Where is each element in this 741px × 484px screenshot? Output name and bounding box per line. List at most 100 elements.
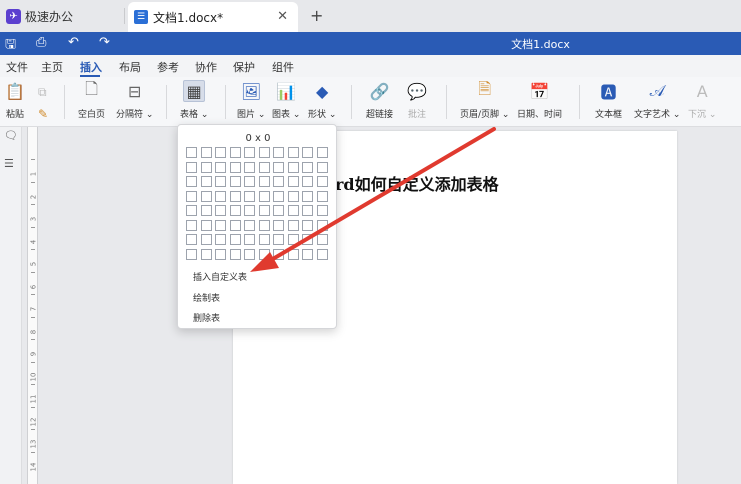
shape-button[interactable]: ◆ 形状 ⌄ xyxy=(308,80,336,121)
table-size-grid[interactable] xyxy=(186,147,328,260)
insert-custom-table-item[interactable]: 插入自定义表 xyxy=(193,270,247,283)
table-grid-cell[interactable] xyxy=(258,205,270,216)
table-grid-cell[interactable] xyxy=(258,234,270,245)
table-grid-cell[interactable] xyxy=(287,161,299,173)
table-grid-cell[interactable] xyxy=(302,176,313,187)
table-grid-cell[interactable] xyxy=(244,161,255,173)
table-grid-cell[interactable] xyxy=(215,234,226,245)
document-tab[interactable]: ☰ 文档1.docx* ✕ xyxy=(128,2,298,32)
app-tab[interactable]: ✈ 极速办公 xyxy=(0,0,122,32)
table-grid-cell[interactable] xyxy=(273,219,284,231)
table-grid-cell[interactable] xyxy=(302,190,313,202)
table-grid-cell[interactable] xyxy=(273,147,284,158)
menu-protect[interactable]: 保护 xyxy=(233,59,255,75)
table-grid-cell[interactable] xyxy=(273,205,284,216)
table-grid-cell[interactable] xyxy=(273,190,284,202)
table-grid-cell[interactable] xyxy=(316,161,328,173)
draw-table-item[interactable]: 绘制表 xyxy=(193,291,220,304)
table-grid-cell[interactable] xyxy=(273,176,284,187)
table-grid-cell[interactable] xyxy=(302,248,313,260)
comment-button[interactable]: 💬 批注 xyxy=(406,80,428,121)
menu-components[interactable]: 组件 xyxy=(272,59,294,75)
table-grid-cell[interactable] xyxy=(316,219,328,231)
table-grid-cell[interactable] xyxy=(287,234,299,245)
table-grid-cell[interactable] xyxy=(244,248,255,260)
table-grid-cell[interactable] xyxy=(316,205,328,216)
table-grid-cell[interactable] xyxy=(302,234,313,245)
table-grid-cell[interactable] xyxy=(316,176,328,187)
text-box-button[interactable]: 🅰 文本框 xyxy=(595,80,622,120)
table-grid-cell[interactable] xyxy=(287,205,299,216)
table-grid-cell[interactable] xyxy=(244,176,255,187)
table-grid-cell[interactable] xyxy=(302,161,313,173)
table-grid-cell[interactable] xyxy=(273,161,284,173)
table-grid-cell[interactable] xyxy=(200,176,212,187)
menu-layout[interactable]: 布局 xyxy=(119,59,141,75)
table-grid-cell[interactable] xyxy=(316,234,328,245)
table-grid-cell[interactable] xyxy=(186,147,197,158)
table-grid-cell[interactable] xyxy=(287,219,299,231)
drop-cap-button[interactable]: A 下沉 ⌄ xyxy=(688,80,716,121)
table-grid-cell[interactable] xyxy=(229,176,241,187)
table-grid-cell[interactable] xyxy=(215,161,226,173)
menu-file[interactable]: 文件 xyxy=(6,59,28,75)
word-art-button[interactable]: 𝒜 文字艺术 ⌄ xyxy=(634,80,680,120)
navigation-icon[interactable]: ☰ xyxy=(4,157,14,170)
image-button[interactable]: 🖼 图片 ⌄ xyxy=(237,80,265,121)
table-grid-cell[interactable] xyxy=(258,161,270,173)
table-grid-cell[interactable] xyxy=(229,147,241,158)
table-grid-cell[interactable] xyxy=(316,190,328,202)
date-time-button[interactable]: 📅 日期、时间 xyxy=(517,80,562,121)
table-grid-cell[interactable] xyxy=(186,161,197,173)
table-grid-cell[interactable] xyxy=(316,248,328,260)
table-grid-cell[interactable] xyxy=(258,176,270,187)
table-grid-cell[interactable] xyxy=(244,234,255,245)
table-grid-cell[interactable] xyxy=(258,248,270,260)
plus-icon[interactable]: + xyxy=(310,6,323,25)
table-grid-cell[interactable] xyxy=(186,205,197,216)
close-icon[interactable]: ✕ xyxy=(277,9,288,24)
table-grid-cell[interactable] xyxy=(200,205,212,216)
page-break-button[interactable]: ⊟ 分隔符 ⌄ xyxy=(116,80,153,121)
table-grid-cell[interactable] xyxy=(186,190,197,202)
menu-insert[interactable]: 插入 xyxy=(80,59,102,75)
table-grid-cell[interactable] xyxy=(229,161,241,173)
comments-panel-icon[interactable]: 🗨 xyxy=(4,129,18,142)
header-footer-button[interactable]: 🗎 页眉/页脚 ⌄ xyxy=(460,79,509,121)
table-grid-cell[interactable] xyxy=(215,147,226,158)
table-grid-cell[interactable] xyxy=(287,190,299,202)
menu-references[interactable]: 参考 xyxy=(157,59,179,75)
table-grid-cell[interactable] xyxy=(273,248,284,260)
blank-page-button[interactable]: 🗋 空白页 xyxy=(78,79,105,121)
table-grid-cell[interactable] xyxy=(302,147,313,158)
paste-button[interactable]: 📋 粘贴 xyxy=(4,80,26,121)
table-grid-cell[interactable] xyxy=(229,248,241,260)
menu-collaborate[interactable]: 协作 xyxy=(195,59,217,75)
table-grid-cell[interactable] xyxy=(258,147,270,158)
table-grid-cell[interactable] xyxy=(244,219,255,231)
table-grid-cell[interactable] xyxy=(229,219,241,231)
table-grid-cell[interactable] xyxy=(244,205,255,216)
hyperlink-button[interactable]: 🔗 超链接 xyxy=(366,80,393,121)
table-grid-cell[interactable] xyxy=(215,190,226,202)
table-grid-cell[interactable] xyxy=(215,176,226,187)
table-grid-cell[interactable] xyxy=(258,219,270,231)
table-grid-cell[interactable] xyxy=(229,205,241,216)
table-grid-cell[interactable] xyxy=(186,176,197,187)
copy-icon[interactable]: ⧉ xyxy=(38,85,47,100)
table-grid-cell[interactable] xyxy=(200,147,212,158)
table-grid-cell[interactable] xyxy=(200,161,212,173)
table-button[interactable]: ▦ 表格 ⌄ xyxy=(180,80,208,120)
table-grid-cell[interactable] xyxy=(229,190,241,202)
table-grid-cell[interactable] xyxy=(287,248,299,260)
table-grid-cell[interactable] xyxy=(287,147,299,158)
format-painter-icon[interactable]: ✎ xyxy=(38,107,48,121)
menu-home[interactable]: 主页 xyxy=(41,59,63,75)
table-grid-cell[interactable] xyxy=(186,248,197,260)
table-grid-cell[interactable] xyxy=(258,190,270,202)
table-grid-cell[interactable] xyxy=(200,219,212,231)
table-grid-cell[interactable] xyxy=(273,234,284,245)
document-heading[interactable]: rd如何自定义添加表格 xyxy=(335,171,499,195)
table-grid-cell[interactable] xyxy=(244,190,255,202)
table-grid-cell[interactable] xyxy=(215,248,226,260)
